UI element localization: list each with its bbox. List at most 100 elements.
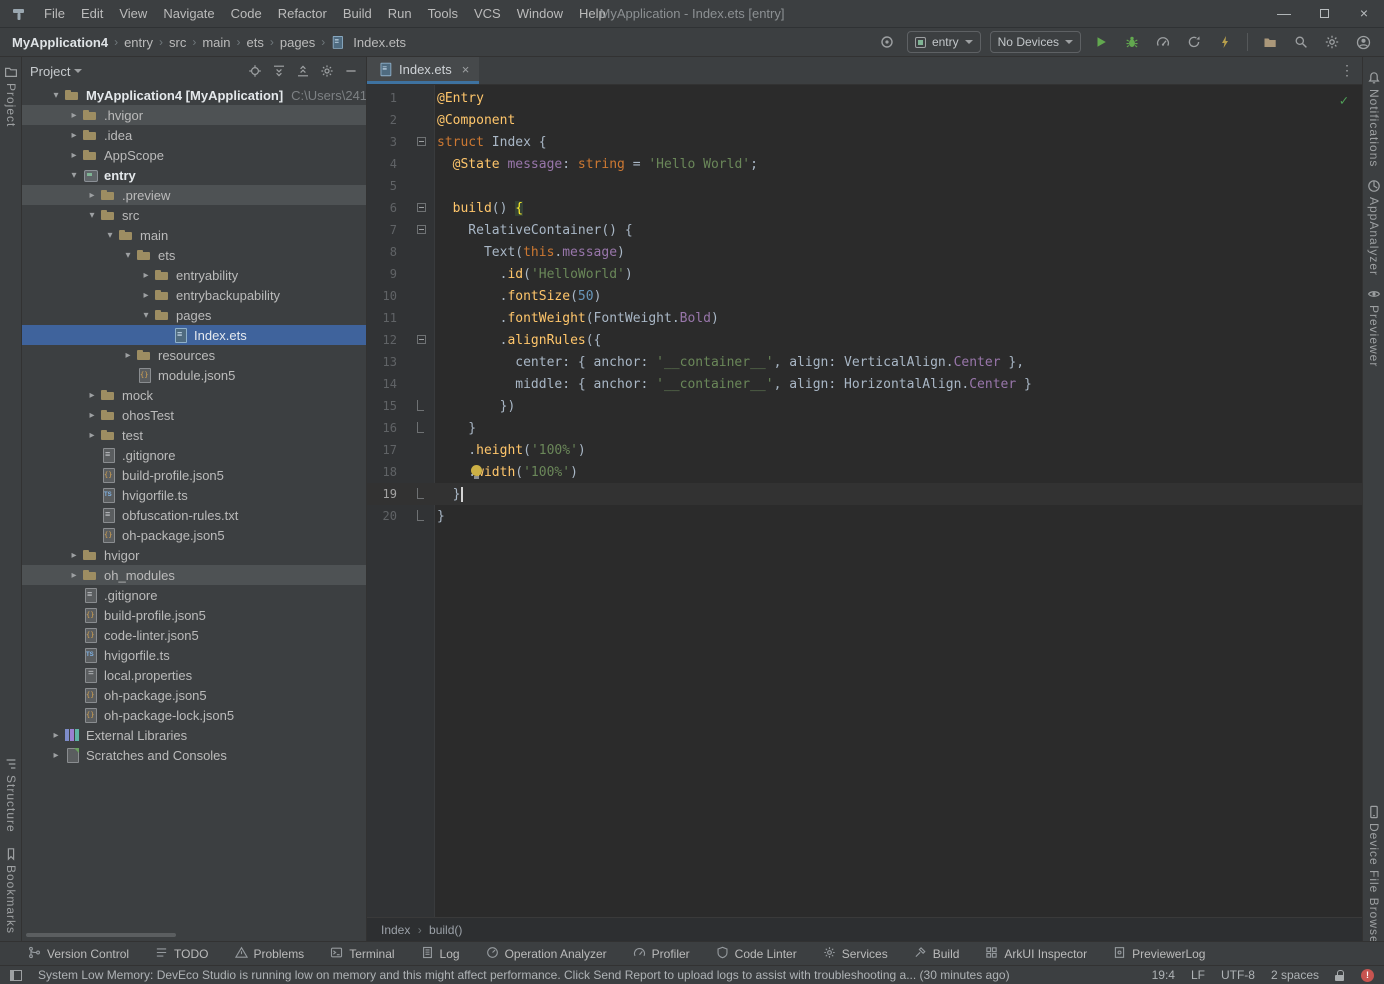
close-icon[interactable]: × [1344, 0, 1384, 28]
tool-button-appanalyzer[interactable]: AppAnalyzer [1363, 179, 1384, 276]
chevron-right-icon[interactable]: ▸ [48, 730, 64, 741]
chevron-right-icon[interactable]: ▸ [84, 410, 100, 421]
code-editor[interactable]: 1@Entry2@Component3struct Index {4 @Stat… [367, 85, 1362, 917]
breadcrumb-item[interactable]: entry [122, 35, 155, 50]
tree-row[interactable]: ▸Scratches and Consoles [22, 745, 366, 765]
breadcrumb-item[interactable]: MyApplication4 [10, 35, 110, 50]
minimize-icon[interactable]: — [1264, 0, 1304, 28]
tree-row[interactable]: ▾ets [22, 245, 366, 265]
tool-button-operation-analyzer[interactable]: Operation Analyzer [486, 946, 607, 962]
tree-row[interactable]: hvigorfile.ts [22, 485, 366, 505]
encoding-indicator[interactable]: UTF-8 [1221, 968, 1255, 982]
tree-row[interactable]: ▾pages [22, 305, 366, 325]
tree-row[interactable]: ▸.preview [22, 185, 366, 205]
device-select[interactable]: No Devices [990, 31, 1081, 53]
close-icon[interactable]: × [462, 62, 470, 77]
settings-gear-icon[interactable] [1321, 31, 1343, 53]
chevron-right-icon[interactable]: ▸ [66, 550, 82, 561]
menu-navigate[interactable]: Navigate [155, 0, 222, 27]
breadcrumb-item[interactable]: Index [381, 923, 410, 937]
tree-row[interactable]: ▾main [22, 225, 366, 245]
hot-reload-icon[interactable] [1214, 31, 1236, 53]
more-options-icon[interactable]: ⋮ [1340, 62, 1354, 79]
tree-row[interactable]: oh-package.json5 [22, 525, 366, 545]
menu-vcs[interactable]: VCS [466, 0, 509, 27]
rerun-button[interactable] [1183, 31, 1205, 53]
breadcrumb-item[interactable]: Index.ets [351, 35, 408, 50]
line-ending-indicator[interactable]: LF [1191, 968, 1205, 982]
notification-error-icon[interactable]: ! [1361, 969, 1374, 982]
collapse-all-icon[interactable] [296, 64, 310, 78]
tree-row[interactable]: ▸oh_modules [22, 565, 366, 585]
indent-indicator[interactable]: 2 spaces [1271, 968, 1319, 982]
chevron-right-icon[interactable]: ▸ [66, 570, 82, 581]
chevron-right-icon[interactable]: ▸ [84, 190, 100, 201]
device-manager-icon[interactable] [876, 31, 898, 53]
menu-run[interactable]: Run [380, 0, 420, 27]
maximize-icon[interactable] [1304, 0, 1344, 28]
tool-button-code-linter[interactable]: Code Linter [716, 946, 797, 962]
project-structure-button[interactable] [1259, 31, 1281, 53]
tree-row[interactable]: ▸.hvigor [22, 105, 366, 125]
tree-row[interactable]: ▸entrybackupability [22, 285, 366, 305]
tree-row[interactable]: oh-package-lock.json5 [22, 705, 366, 725]
tool-button-todo[interactable]: TODO [155, 946, 208, 962]
toolwindow-toggle-icon[interactable] [10, 970, 22, 981]
tree-row[interactable]: ▸External Libraries [22, 725, 366, 745]
tree-row[interactable]: build-profile.json5 [22, 465, 366, 485]
tree-row[interactable]: ▸entryability [22, 265, 366, 285]
breadcrumb-item[interactable]: pages [278, 35, 317, 50]
tree-row[interactable]: module.json5 [22, 365, 366, 385]
run-button[interactable] [1090, 31, 1112, 53]
menu-edit[interactable]: Edit [73, 0, 111, 27]
fold-collapse-icon[interactable] [417, 225, 426, 234]
tree-row[interactable]: local.properties [22, 665, 366, 685]
tool-button-problems[interactable]: Problems [235, 946, 305, 962]
chevron-down-icon[interactable]: ▾ [66, 170, 82, 181]
breadcrumb-item[interactable]: src [167, 35, 188, 50]
tree-row[interactable]: ▸test [22, 425, 366, 445]
hide-panel-icon[interactable] [344, 64, 358, 78]
tool-button-build[interactable]: Build [914, 946, 960, 962]
tab-index-ets[interactable]: Index.ets × [367, 57, 479, 84]
tree-row[interactable]: oh-package.json5 [22, 685, 366, 705]
intention-bulb-icon[interactable] [471, 465, 483, 479]
tree-row[interactable]: ▸mock [22, 385, 366, 405]
tree-row[interactable]: .gitignore [22, 445, 366, 465]
tool-button-log[interactable]: Log [421, 946, 460, 962]
tree-row[interactable]: .gitignore [22, 585, 366, 605]
fold-collapse-icon[interactable] [417, 137, 426, 146]
account-avatar[interactable] [1352, 31, 1374, 53]
tool-button-terminal[interactable]: Terminal [330, 946, 394, 962]
search-icon[interactable] [1290, 31, 1312, 53]
tree-row[interactable]: ▸resources [22, 345, 366, 365]
chevron-down-icon[interactable]: ▾ [48, 90, 64, 101]
tree-row[interactable]: ▸.idea [22, 125, 366, 145]
tool-button-previewer[interactable]: Previewer [1363, 287, 1384, 367]
tree-row[interactable]: ▸hvigor [22, 545, 366, 565]
tree-row[interactable]: build-profile.json5 [22, 605, 366, 625]
tool-button-structure[interactable]: Structure [0, 757, 22, 833]
chevron-down-icon[interactable]: ▾ [102, 230, 118, 241]
tool-button-notifications[interactable]: Notifications [1363, 71, 1384, 167]
run-config-select[interactable]: entry [907, 31, 981, 53]
chevron-down-icon[interactable] [74, 69, 82, 73]
chevron-right-icon[interactable]: ▸ [48, 750, 64, 761]
breadcrumb-item[interactable]: build() [429, 923, 462, 937]
expand-all-icon[interactable] [272, 64, 286, 78]
menu-file[interactable]: File [36, 0, 73, 27]
inspection-ok-icon[interactable]: ✓ [1340, 93, 1348, 109]
tool-button-device-file-browser[interactable]: Device File Browser [1363, 805, 1384, 949]
menu-refactor[interactable]: Refactor [270, 0, 335, 27]
chevron-down-icon[interactable]: ▾ [138, 310, 154, 321]
tree-row[interactable]: ▾src [22, 205, 366, 225]
chevron-right-icon[interactable]: ▸ [120, 350, 136, 361]
tool-button-previewerlog[interactable]: PreviewerLog [1113, 946, 1205, 962]
chevron-down-icon[interactable]: ▾ [84, 210, 100, 221]
profile-button[interactable] [1152, 31, 1174, 53]
tool-button-services[interactable]: Services [823, 946, 888, 962]
breadcrumb-item[interactable]: main [200, 35, 232, 50]
debug-button[interactable] [1121, 31, 1143, 53]
caret-position[interactable]: 19:4 [1152, 968, 1175, 982]
menu-view[interactable]: View [111, 0, 155, 27]
